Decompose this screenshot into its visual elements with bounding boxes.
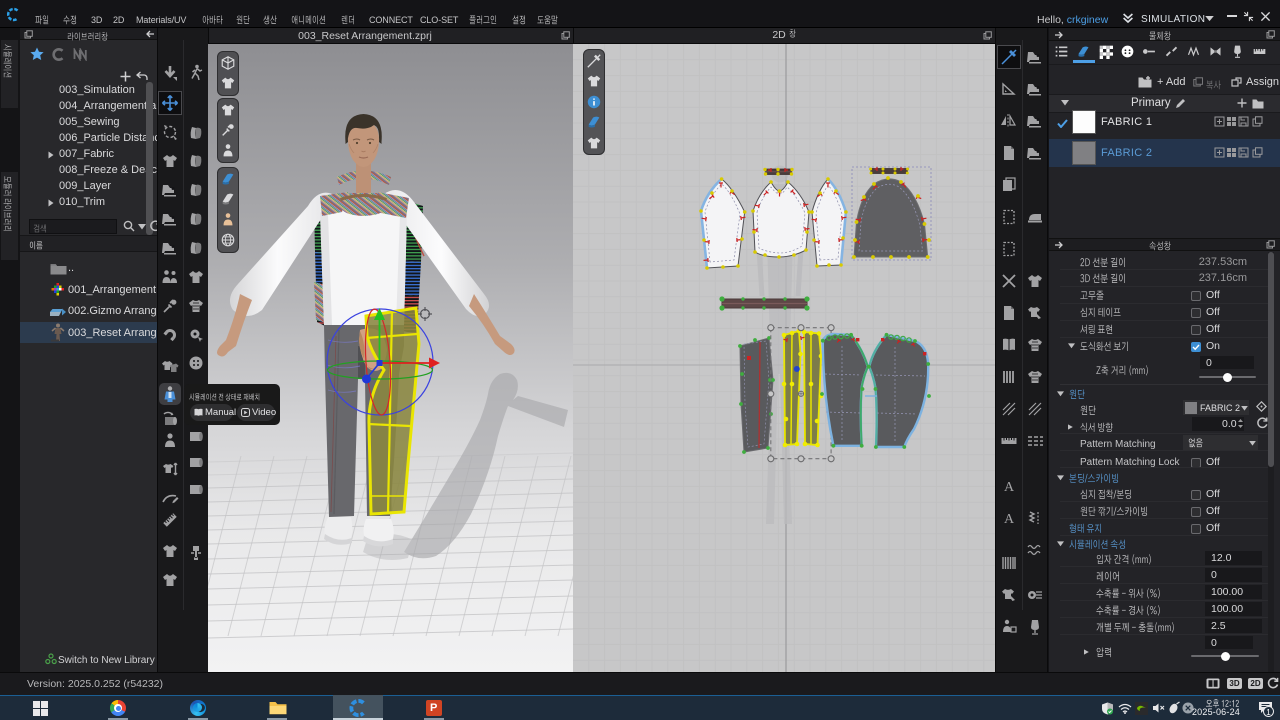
svg-text:A: A <box>1004 480 1015 495</box>
svg-text:A: A <box>1004 512 1015 527</box>
